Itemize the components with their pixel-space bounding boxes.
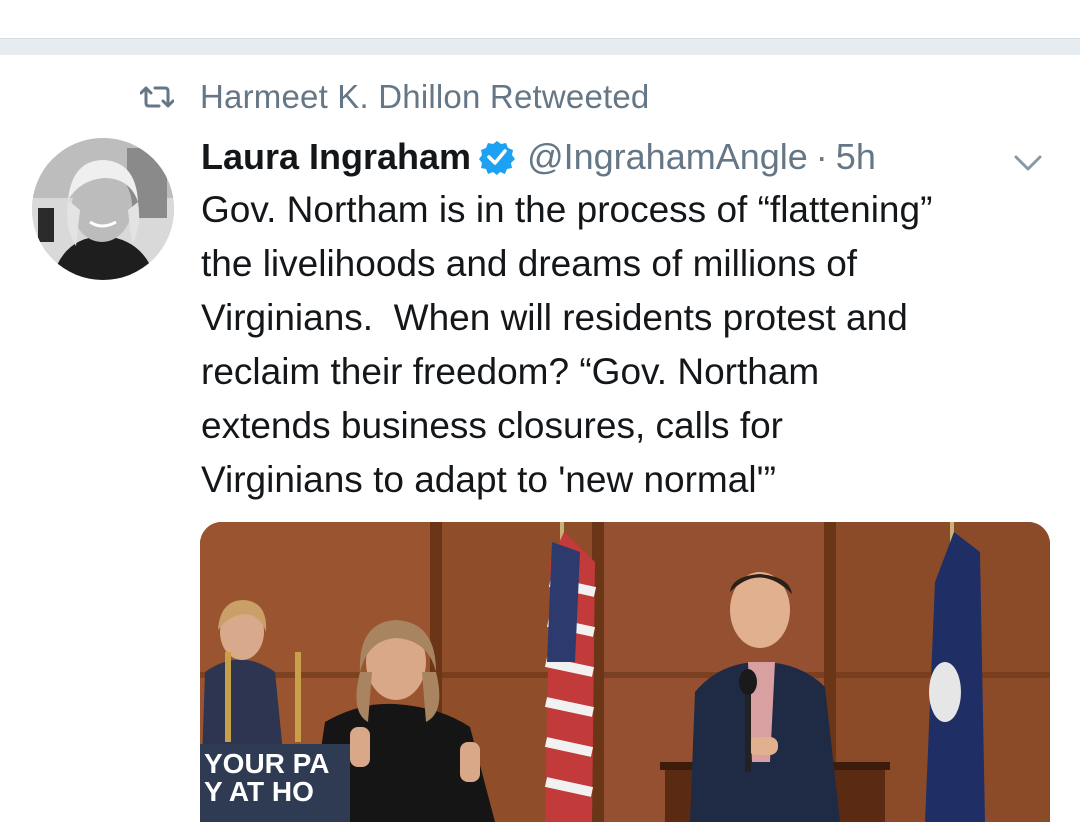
tweet-text: Gov. Northam is in the process of “flatt… bbox=[201, 189, 933, 500]
tweet-timestamp[interactable]: 5h bbox=[836, 136, 876, 178]
retweet-label[interactable]: Harmeet K. Dhillon Retweeted bbox=[200, 78, 649, 116]
author-name[interactable]: Laura Ingraham bbox=[201, 136, 471, 178]
avatar[interactable] bbox=[32, 138, 174, 280]
media-banner-text: YOUR PA Y AT HO bbox=[200, 744, 350, 822]
tweet-card[interactable]: Harmeet K. Dhillon Retweeted Laura Ingra… bbox=[0, 55, 1080, 822]
top-bar bbox=[0, 0, 1080, 38]
tweet-header: Laura Ingraham @IngrahamAngle · 5h bbox=[201, 133, 876, 181]
author-handle[interactable]: @IngrahamAngle bbox=[527, 136, 808, 178]
retweet-context: Harmeet K. Dhillon Retweeted bbox=[140, 77, 649, 117]
retweet-icon bbox=[140, 84, 174, 110]
feed-divider bbox=[0, 38, 1080, 55]
separator-dot: · bbox=[815, 136, 828, 177]
verified-badge-icon bbox=[479, 139, 516, 175]
chevron-down-icon[interactable] bbox=[1010, 145, 1046, 181]
tweet-media-image[interactable]: YOUR PA Y AT HO bbox=[200, 522, 1050, 822]
